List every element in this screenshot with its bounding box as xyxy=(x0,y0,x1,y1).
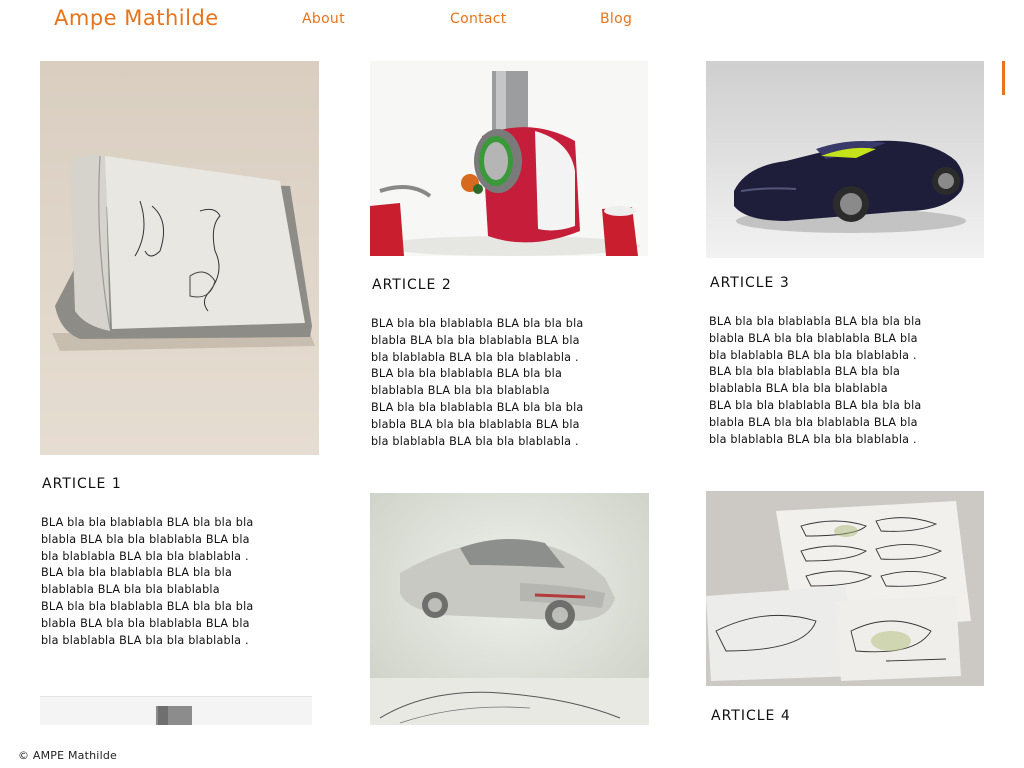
article-3-image-roadster[interactable] xyxy=(706,61,984,258)
nav-blog-link[interactable]: Blog xyxy=(600,11,632,27)
article-1-title[interactable]: ARTICLE 1 xyxy=(42,476,122,492)
article-1-image-sketchbook[interactable] xyxy=(40,61,319,455)
article-3-title[interactable]: ARTICLE 3 xyxy=(710,275,790,291)
scroll-position-marker[interactable] xyxy=(1002,61,1005,95)
article-4-title[interactable]: ARTICLE 4 xyxy=(711,708,791,724)
article-1-body: BLA bla bla blablabla BLA bla bla bla bl… xyxy=(41,516,254,647)
article-2-title[interactable]: ARTICLE 2 xyxy=(372,277,452,293)
article-2-body: BLA bla bla blablabla BLA bla bla bla bl… xyxy=(371,317,584,448)
article-image-sedan-sketch[interactable] xyxy=(370,493,649,725)
article-5-image-grater[interactable] xyxy=(40,696,312,725)
footer-copyright: © AMPE Mathilde xyxy=(18,749,117,762)
brand-logo-link[interactable]: Ampe Mathilde xyxy=(54,6,219,30)
article-3-body: BLA bla bla blablabla BLA bla bla bla bl… xyxy=(709,315,922,446)
article-2-image-grater[interactable] xyxy=(370,61,648,256)
nav-contact-link[interactable]: Contact xyxy=(450,11,507,27)
article-4-image-car-sketches[interactable] xyxy=(706,491,984,686)
nav-about-link[interactable]: About xyxy=(302,11,345,27)
